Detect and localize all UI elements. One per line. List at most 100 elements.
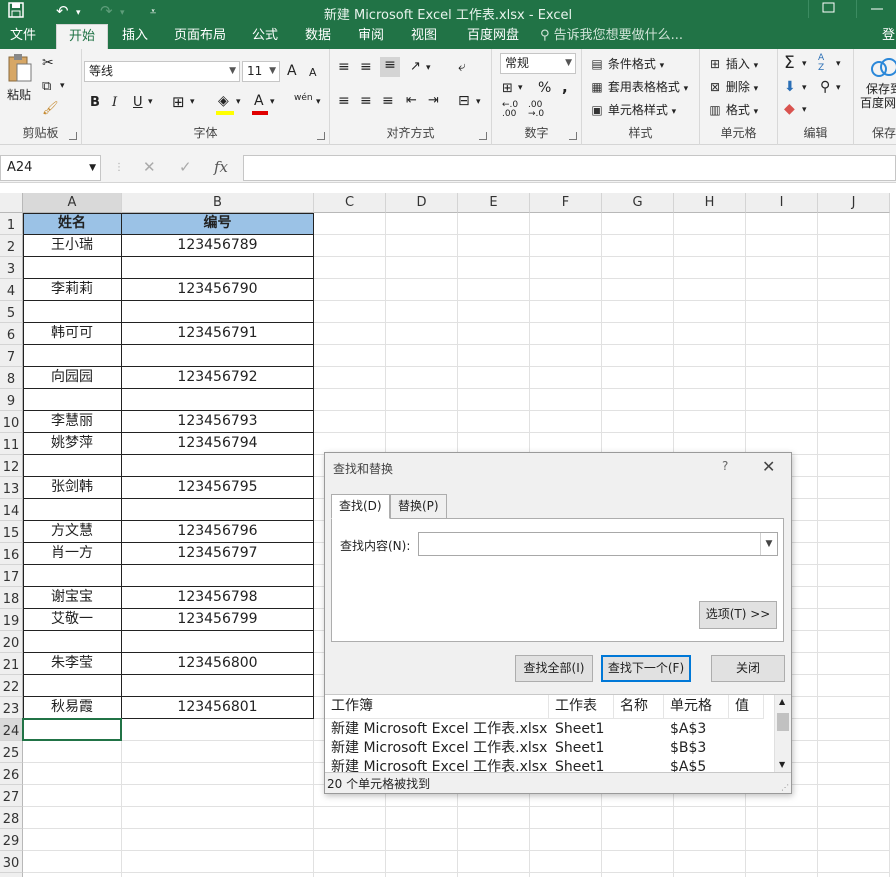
- table-cell-name[interactable]: 方文慧: [23, 521, 122, 543]
- grid-cell[interactable]: [746, 411, 818, 433]
- result-cell[interactable]: Sheet1: [549, 758, 604, 772]
- grid-cell[interactable]: [122, 851, 314, 873]
- grid-cell[interactable]: [818, 455, 890, 477]
- table-cell-name[interactable]: 谢宝宝: [23, 587, 122, 609]
- grid-cell[interactable]: [674, 411, 746, 433]
- row-header-6[interactable]: 6: [0, 323, 23, 345]
- align-right-icon[interactable]: ≡: [382, 93, 394, 109]
- row-header-3[interactable]: 3: [0, 257, 23, 279]
- conditional-formatting-button[interactable]: ▤ 条件格式 ▾: [590, 55, 664, 72]
- grid-cell[interactable]: [746, 257, 818, 279]
- grid-cell[interactable]: [458, 829, 530, 851]
- table-cell-id[interactable]: [122, 301, 314, 323]
- grid-cell[interactable]: [122, 807, 314, 829]
- grid-cell[interactable]: [602, 301, 674, 323]
- grid-cell[interactable]: [386, 829, 458, 851]
- number-format-combo[interactable]: 常规 ▼: [500, 53, 576, 74]
- table-cell-id[interactable]: [122, 455, 314, 477]
- scroll-up-icon[interactable]: ▲: [779, 697, 785, 706]
- font-launcher-icon[interactable]: [317, 132, 325, 140]
- grid-cell[interactable]: [458, 257, 530, 279]
- grid-cell[interactable]: [674, 367, 746, 389]
- results-header-sheet[interactable]: 工作表: [549, 695, 614, 719]
- row-header-26[interactable]: 26: [0, 763, 23, 785]
- insert-cells-button[interactable]: ⊞ 插入 ▾: [708, 55, 758, 72]
- grid-cell[interactable]: [746, 301, 818, 323]
- table-cell-name[interactable]: [23, 301, 122, 323]
- tab-replace[interactable]: 替换(P): [390, 494, 447, 519]
- table-cell-id[interactable]: 123456790: [122, 279, 314, 301]
- row-header-5[interactable]: 5: [0, 301, 23, 323]
- grid-cell[interactable]: [818, 741, 890, 763]
- table-cell-name[interactable]: 向园园: [23, 367, 122, 389]
- grid-cell[interactable]: [458, 851, 530, 873]
- grid-cell[interactable]: [674, 235, 746, 257]
- grid-cell[interactable]: [23, 829, 122, 851]
- row-header-4[interactable]: 4: [0, 279, 23, 301]
- grid-cell[interactable]: [818, 257, 890, 279]
- grid-cell[interactable]: [386, 345, 458, 367]
- table-cell-id[interactable]: 123456798: [122, 587, 314, 609]
- row-header-24[interactable]: 24: [0, 719, 23, 741]
- table-cell-name[interactable]: 肖一方: [23, 543, 122, 565]
- table-cell-name[interactable]: 李莉莉: [23, 279, 122, 301]
- grid-cell[interactable]: [458, 323, 530, 345]
- table-cell-id[interactable]: 123456800: [122, 653, 314, 675]
- table-cell-name[interactable]: 朱李莹: [23, 653, 122, 675]
- table-cell-id[interactable]: [122, 345, 314, 367]
- fill-icon[interactable]: ⬇: [784, 79, 796, 95]
- grid-cell[interactable]: [23, 741, 122, 763]
- row-header-27[interactable]: 27: [0, 785, 23, 807]
- grid-cell[interactable]: [314, 279, 386, 301]
- format-as-table-button[interactable]: ▦ 套用表格格式 ▾: [590, 78, 688, 95]
- grid-cell[interactable]: [530, 807, 602, 829]
- table-header-id[interactable]: 编号: [122, 213, 314, 235]
- alignment-launcher-icon[interactable]: [479, 132, 487, 140]
- table-cell-name[interactable]: 张剑韩: [23, 477, 122, 499]
- grid-cell[interactable]: [746, 851, 818, 873]
- grid-cell[interactable]: [818, 301, 890, 323]
- grow-font-button[interactable]: A: [287, 63, 297, 79]
- table-cell-name[interactable]: [23, 499, 122, 521]
- grid-cell[interactable]: [674, 829, 746, 851]
- grid-cell[interactable]: [23, 851, 122, 873]
- grid-cell[interactable]: [674, 389, 746, 411]
- row-header-21[interactable]: 21: [0, 653, 23, 675]
- grid-cell[interactable]: [314, 235, 386, 257]
- clipboard-launcher-icon[interactable]: [69, 132, 77, 140]
- scroll-down-icon[interactable]: ▼: [779, 760, 785, 769]
- table-cell-name[interactable]: [23, 565, 122, 587]
- grid-cell[interactable]: [818, 631, 890, 653]
- result-cell[interactable]: [614, 739, 620, 758]
- autosum-button[interactable]: Σ: [784, 53, 795, 73]
- grid-cell[interactable]: [314, 323, 386, 345]
- grid-cell[interactable]: [386, 389, 458, 411]
- result-cell[interactable]: [729, 739, 735, 758]
- grid-cell[interactable]: [818, 521, 890, 543]
- grid-cell[interactable]: [23, 785, 122, 807]
- result-cell[interactable]: $A$5: [664, 758, 706, 772]
- table-header-name[interactable]: 姓名: [23, 213, 122, 235]
- sign-in-link[interactable]: 登: [882, 24, 896, 49]
- grid-cell[interactable]: [386, 807, 458, 829]
- table-cell-id[interactable]: 123456789: [122, 235, 314, 257]
- accounting-dropdown-icon[interactable]: ▾: [518, 83, 523, 93]
- underline-dropdown-icon[interactable]: ▾: [148, 97, 153, 107]
- grid-cell[interactable]: [530, 873, 602, 877]
- results-header-name[interactable]: 名称: [614, 695, 664, 719]
- grid-cell[interactable]: [122, 763, 314, 785]
- close-button[interactable]: 关闭: [711, 655, 785, 682]
- row-header-17[interactable]: 17: [0, 565, 23, 587]
- phonetic-dropdown-icon[interactable]: ▾: [316, 97, 321, 107]
- result-cell[interactable]: Sheet1: [549, 739, 604, 758]
- column-header-f[interactable]: F: [530, 193, 602, 213]
- grid-cell[interactable]: [530, 829, 602, 851]
- grid-cell[interactable]: [602, 367, 674, 389]
- grid-cell[interactable]: [530, 345, 602, 367]
- select-all-button[interactable]: [0, 193, 23, 213]
- row-header-18[interactable]: 18: [0, 587, 23, 609]
- grid-cell[interactable]: [530, 851, 602, 873]
- grid-cell[interactable]: [458, 345, 530, 367]
- grid-cell[interactable]: [818, 785, 890, 807]
- tell-me-search[interactable]: ⚲ 告诉我您想要做什么...: [540, 24, 683, 49]
